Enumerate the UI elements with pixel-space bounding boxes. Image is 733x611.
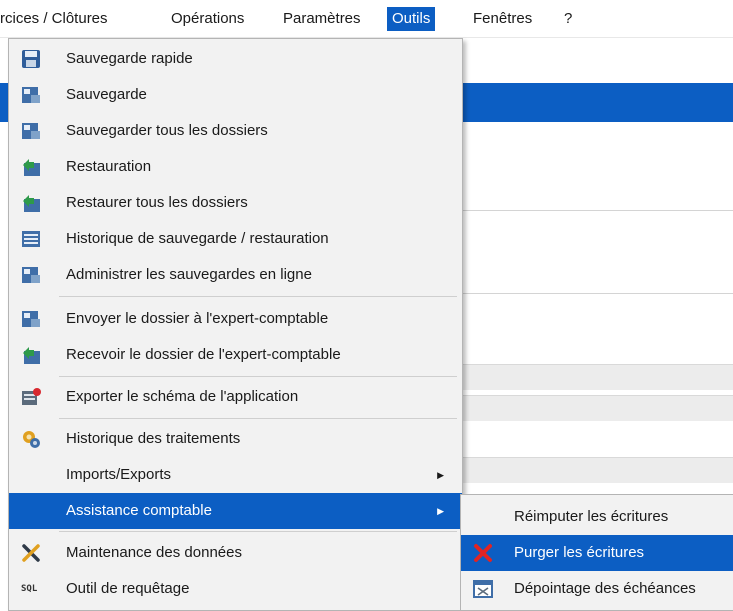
- menu-separator: [59, 531, 457, 532]
- menu-item-restaurer-tous[interactable]: Restaurer tous les dossiers: [9, 185, 462, 221]
- menu-item-exporter-schema[interactable]: Exporter le schéma de l'application: [9, 379, 462, 415]
- menu-item-outil-requetage[interactable]: SQL Outil de requêtage: [9, 571, 462, 607]
- menu-item-label: Envoyer le dossier à l'expert-comptable: [66, 310, 329, 327]
- background-row: [460, 364, 733, 390]
- menu-exercices-clotures[interactable]: rcices / Clôtures: [0, 7, 108, 31]
- menu-outils[interactable]: Outils: [387, 7, 436, 31]
- menu-item-label: Restauration: [66, 158, 152, 175]
- menu-fenetres[interactable]: Fenêtres: [473, 7, 532, 31]
- calendar-icon: [473, 579, 493, 599]
- outils-dropdown-menu: Sauvegarde rapide Sauvegarde Sauvegarder…: [8, 38, 463, 611]
- processing-history-icon: [21, 429, 41, 449]
- menu-item-sauvegarder-tous[interactable]: Sauvegarder tous les dossiers: [9, 113, 462, 149]
- background-row: [460, 395, 733, 421]
- menu-item-label: Assistance comptable: [66, 502, 212, 519]
- menu-item-label: Recevoir le dossier de l'expert-comptabl…: [66, 346, 341, 363]
- menu-item-label: Outil de requêtage: [66, 580, 190, 597]
- floppy-save-icon: [21, 49, 41, 69]
- menu-item-label: Maintenance des données: [66, 544, 242, 561]
- assistance-comptable-submenu: Réimputer les écritures Purger les écrit…: [460, 494, 733, 611]
- menu-item-imports-exports[interactable]: Imports/Exports ▶: [9, 457, 462, 493]
- menu-item-historique-sauvegarde[interactable]: Historique de sauvegarde / restauration: [9, 221, 462, 257]
- menu-item-label: Sauvegarde: [66, 86, 147, 103]
- tools-icon: [21, 543, 41, 563]
- menu-operations[interactable]: Opérations: [171, 7, 244, 31]
- menu-item-administrer-sauvegardes[interactable]: Administrer les sauvegardes en ligne: [9, 257, 462, 293]
- background-divider: [460, 293, 733, 294]
- submenu-arrow-icon: ▶: [437, 470, 444, 480]
- menu-item-maintenance-donnees[interactable]: Maintenance des données: [9, 535, 462, 571]
- backup-all-icon: [21, 121, 41, 141]
- menu-help[interactable]: ?: [564, 7, 572, 31]
- restore-icon: [21, 157, 41, 177]
- menu-item-label: Sauvegarder tous les dossiers: [66, 122, 268, 139]
- menu-item-label: Sauvegarde rapide: [66, 50, 193, 67]
- menu-separator: [59, 296, 457, 297]
- menu-item-historique-traitements[interactable]: Historique des traitements: [9, 421, 462, 457]
- restore-all-icon: [21, 193, 41, 213]
- menu-item-envoyer-dossier[interactable]: Envoyer le dossier à l'expert-comptable: [9, 301, 462, 337]
- menu-item-assistance-comptable[interactable]: Assistance comptable ▶: [9, 493, 462, 529]
- backup-icon: [21, 85, 41, 105]
- menu-separator: [59, 418, 457, 419]
- menu-item-recevoir-dossier[interactable]: Recevoir le dossier de l'expert-comptabl…: [9, 337, 462, 373]
- sql-icon: SQL: [21, 584, 38, 594]
- submenu-item-label: Purger les écritures: [514, 544, 645, 561]
- menu-item-label: Exporter le schéma de l'application: [66, 388, 299, 405]
- receive-folder-icon: [21, 345, 41, 365]
- menu-item-sauvegarde[interactable]: Sauvegarde: [9, 77, 462, 113]
- submenu-item-depointage[interactable]: Dépointage des échéances: [461, 571, 733, 607]
- menu-item-sauvegarde-rapide[interactable]: Sauvegarde rapide: [9, 41, 462, 77]
- background-divider: [460, 210, 733, 211]
- export-schema-icon: [21, 387, 41, 407]
- menu-bar: rcices / Clôtures Opérations Paramètres …: [0, 0, 733, 38]
- menu-item-label: Restaurer tous les dossiers: [66, 194, 248, 211]
- menu-item-label: Historique de sauvegarde / restauration: [66, 230, 329, 247]
- submenu-item-label: Dépointage des échéances: [514, 580, 696, 597]
- menu-parametres[interactable]: Paramètres: [283, 7, 361, 31]
- submenu-item-reimputer[interactable]: Réimputer les écritures: [461, 499, 733, 535]
- online-backup-icon: [21, 265, 41, 285]
- background-row: [460, 457, 733, 483]
- menu-item-label: Historique des traitements: [66, 430, 241, 447]
- purge-x-icon: [473, 543, 493, 563]
- submenu-arrow-icon: ▶: [437, 506, 444, 516]
- menu-item-label: Administrer les sauvegardes en ligne: [66, 266, 312, 283]
- menu-separator: [59, 376, 457, 377]
- menu-item-label: Imports/Exports: [66, 466, 172, 483]
- submenu-item-purger[interactable]: Purger les écritures: [461, 535, 733, 571]
- menu-item-restauration[interactable]: Restauration: [9, 149, 462, 185]
- submenu-item-label: Réimputer les écritures: [514, 508, 669, 525]
- backup-history-icon: [21, 229, 41, 249]
- send-folder-icon: [21, 309, 41, 329]
